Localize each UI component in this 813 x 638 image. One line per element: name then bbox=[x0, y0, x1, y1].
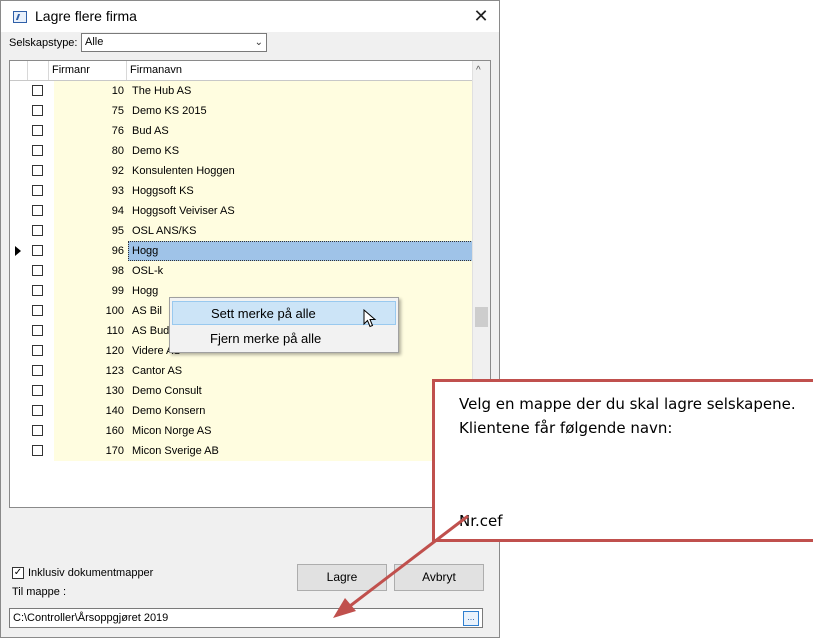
callout-arrow bbox=[333, 514, 469, 618]
